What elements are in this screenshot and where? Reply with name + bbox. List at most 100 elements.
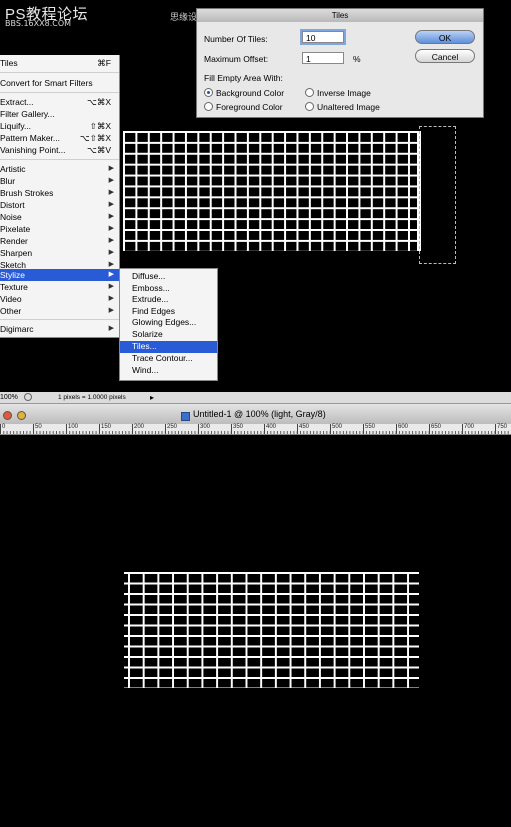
- ruler-tick: [396, 424, 397, 434]
- foreground-color-radio[interactable]: [204, 102, 213, 111]
- menu-item-extract[interactable]: Extract... ⌥⌘X: [0, 96, 119, 108]
- ruler-label: 400: [266, 424, 277, 430]
- ruler-label: 700: [464, 424, 475, 430]
- ruler-label: 500: [332, 424, 343, 430]
- menu-item-artistic[interactable]: Artistic ▶: [0, 163, 119, 175]
- submenu-item-label: Wind...: [132, 365, 159, 375]
- submenu-item-label: Extrude...: [132, 294, 169, 305]
- ruler-label: 550: [365, 424, 376, 430]
- status-info: 1 pixels = 1.0000 pixels: [58, 394, 126, 401]
- ruler-label: 250: [167, 424, 178, 430]
- ruler-label: 450: [299, 424, 310, 430]
- menu-item-texture[interactable]: Texture ▶: [0, 281, 119, 293]
- percent-unit: %: [353, 54, 361, 64]
- menu-item-filter-gallery[interactable]: Filter Gallery...: [0, 108, 119, 120]
- submenu-item-glowing-edges[interactable]: Glowing Edges...: [120, 317, 217, 329]
- menu-item-pattern-maker[interactable]: Pattern Maker... ⌥⇧⌘X: [0, 132, 119, 144]
- max-offset-label: Maximum Offset:: [204, 54, 269, 64]
- dialog-title: Tiles: [197, 9, 483, 22]
- minimize-window-icon[interactable]: [17, 411, 26, 420]
- inverse-image-radio[interactable]: [305, 88, 314, 97]
- submenu-item-emboss[interactable]: Emboss...: [120, 283, 217, 295]
- max-offset-input[interactable]: 1: [302, 52, 344, 64]
- background-color-radio[interactable]: [204, 88, 213, 97]
- submenu-arrow-icon: ▶: [108, 225, 114, 232]
- ruler-label: 100: [68, 424, 79, 430]
- menu-item-last-filter[interactable]: Tiles ⌘F: [0, 57, 119, 69]
- ruler-tick: [264, 424, 265, 434]
- horizontal-ruler: 0 50 100 150 200 250 300 350 400 450 500…: [0, 424, 511, 435]
- close-window-icon[interactable]: [3, 411, 12, 420]
- ruler-label: 0: [2, 424, 6, 430]
- menu-item-brush-strokes[interactable]: Brush Strokes ▶: [0, 187, 119, 199]
- selection-marquee[interactable]: [419, 126, 456, 264]
- menu-item-label: Brush Strokes: [0, 188, 54, 198]
- menu-item-distort[interactable]: Distort ▶: [0, 199, 119, 211]
- menu-item-label: Liquify...: [0, 121, 32, 131]
- ruler-tick: [297, 424, 298, 434]
- submenu-item-find-edges[interactable]: Find Edges: [120, 306, 217, 318]
- menu-item-label: Stylize: [0, 270, 26, 280]
- ruler-label: 200: [134, 424, 145, 430]
- menu-item-label: Tiles: [0, 58, 18, 68]
- submenu-arrow-icon: ▶: [108, 283, 114, 290]
- submenu-arrow-icon: ▶: [108, 237, 114, 244]
- unaltered-image-radio[interactable]: [305, 102, 314, 111]
- submenu-item-extrude[interactable]: Extrude...: [120, 294, 217, 306]
- ruler-tick: [429, 424, 430, 434]
- menu-item-label: Vanishing Point...: [0, 145, 66, 155]
- menu-item-pixelate[interactable]: Pixelate ▶: [0, 223, 119, 235]
- ruler-label: 750: [497, 424, 508, 430]
- ruler-tick: [33, 424, 34, 434]
- menu-item-liquify[interactable]: Liquify... ⇧⌘X: [0, 120, 119, 132]
- ruler-label: 50: [35, 424, 42, 430]
- menu-item-stylize[interactable]: Stylize ▶: [0, 269, 119, 281]
- ruler-tick: [66, 424, 67, 434]
- unaltered-image-label: Unaltered Image: [317, 102, 380, 112]
- submenu-arrow-icon: ▶: [108, 165, 114, 172]
- submenu-item-solarize[interactable]: Solarize: [120, 329, 217, 341]
- menu-item-label: Filter Gallery...: [0, 109, 55, 119]
- menu-item-label: Distort: [0, 200, 25, 210]
- submenu-item-diffuse[interactable]: Diffuse...: [120, 271, 217, 283]
- zoom-level[interactable]: 100%: [0, 392, 18, 403]
- cancel-button[interactable]: Cancel: [415, 49, 475, 63]
- menu-item-digimarc[interactable]: Digimarc ▶: [0, 323, 119, 335]
- menu-item-shortcut: ⌥⇧⌘X: [79, 133, 111, 143]
- menu-item-sharpen[interactable]: Sharpen ▶: [0, 247, 119, 259]
- menu-item-label: Extract...: [0, 97, 34, 107]
- info-button-icon[interactable]: [24, 393, 32, 401]
- ruler-tick: [0, 424, 1, 434]
- menu-item-blur[interactable]: Blur ▶: [0, 175, 119, 187]
- submenu-arrow-icon: ▶: [108, 249, 114, 256]
- submenu-item-label: Diffuse...: [132, 271, 166, 281]
- ruler-label: 150: [101, 424, 112, 430]
- submenu-item-trace-contour[interactable]: Trace Contour...: [120, 353, 217, 365]
- number-of-tiles-input[interactable]: 10: [302, 31, 344, 43]
- document-title-bar: Untitled-1 @ 100% (light, Gray/8): [0, 404, 511, 424]
- ruler-label: 650: [431, 424, 442, 430]
- menu-item-noise[interactable]: Noise ▶: [0, 211, 119, 223]
- ruler-tick: [330, 424, 331, 434]
- menu-item-render[interactable]: Render ▶: [0, 235, 119, 247]
- menu-item-label: Convert for Smart Filters: [0, 78, 93, 88]
- ok-button[interactable]: OK: [415, 30, 475, 44]
- stylize-submenu: Diffuse... Emboss... Extrude... Find Edg…: [119, 268, 218, 381]
- status-nav-arrow-icon[interactable]: ▸: [150, 392, 154, 403]
- tile-grid-preview: [123, 131, 421, 251]
- submenu-item-tiles[interactable]: Tiles...: [120, 341, 217, 353]
- menu-item-convert-smart-filters[interactable]: Convert for Smart Filters: [0, 77, 119, 89]
- menu-item-vanishing-point[interactable]: Vanishing Point... ⌥⌘V: [0, 144, 119, 156]
- watermark-url: BBS.16XX8.COM: [5, 19, 72, 28]
- submenu-arrow-icon: ▶: [108, 213, 114, 220]
- submenu-item-wind[interactable]: Wind...: [120, 365, 217, 377]
- ruler-label: 350: [233, 424, 244, 430]
- menu-item-video[interactable]: Video ▶: [0, 293, 119, 305]
- menu-item-label: Render: [0, 236, 28, 246]
- menu-item-other[interactable]: Other ▶: [0, 305, 119, 317]
- submenu-item-label: Emboss...: [132, 282, 170, 293]
- menu-item-label: Texture: [0, 282, 28, 292]
- menu-item-label: Digimarc: [0, 324, 34, 334]
- menu-item-shortcut: ⇧⌘X: [89, 121, 111, 131]
- submenu-arrow-icon: ▶: [108, 295, 114, 302]
